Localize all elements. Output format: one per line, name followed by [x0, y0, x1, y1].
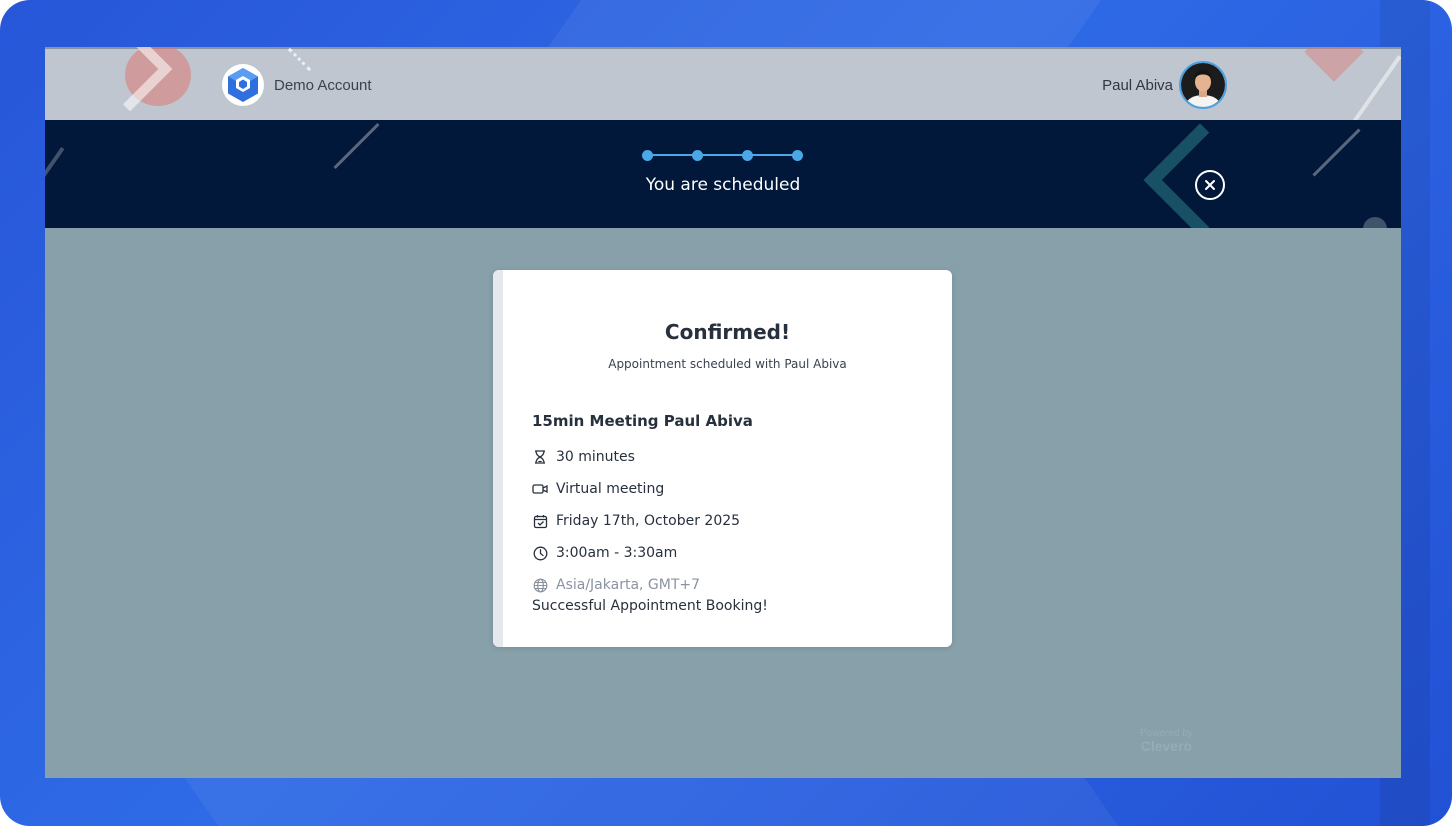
timezone-text: Asia/Jakarta, GMT+7 [556, 577, 701, 593]
status-banner: You are scheduled [45, 120, 1401, 228]
step-dot-4 [792, 150, 803, 161]
detail-time: 3:00am - 3:30am [532, 543, 677, 563]
event-name: 15min Meeting Paul Abiva [532, 412, 753, 430]
progress-stepper [642, 148, 803, 162]
close-icon [1205, 180, 1215, 190]
device-frame: Demo Account Paul Abiva You are schedule… [0, 0, 1452, 826]
user-name: Paul Abiva [1102, 76, 1173, 94]
detail-timezone: Asia/Jakarta, GMT+7 [532, 575, 700, 595]
app-screen: Demo Account Paul Abiva You are schedule… [45, 47, 1401, 778]
step-dot-1 [642, 150, 653, 161]
hourglass-icon [532, 449, 548, 465]
confirmation-card: Confirmed! Appointment scheduled with Pa… [493, 270, 952, 647]
globe-icon [532, 577, 548, 593]
step-dot-3 [742, 150, 753, 161]
calendar-icon [532, 513, 548, 529]
step-dot-2 [692, 150, 703, 161]
confirmation-title: Confirmed! [664, 320, 791, 344]
background-decoration [1312, 128, 1361, 177]
detail-date: Friday 17th, October 2025 [532, 511, 740, 531]
duration-text: 30 minutes [556, 449, 635, 465]
account-brand[interactable]: Demo Account [220, 61, 372, 109]
background-decoration [1304, 47, 1364, 82]
top-navigation-bar: Demo Account Paul Abiva [45, 47, 1401, 123]
location-text: Virtual meeting [556, 481, 665, 497]
date-text: Friday 17th, October 2025 [556, 513, 741, 529]
background-decoration [1352, 55, 1401, 123]
detail-duration: 30 minutes [532, 447, 635, 467]
detail-location: Virtual meeting [532, 479, 664, 499]
cube-logo-icon [220, 62, 266, 108]
powered-by-brand: Clevero [1140, 738, 1193, 754]
video-camera-icon [532, 481, 548, 497]
avatar[interactable] [1179, 61, 1227, 109]
background-decoration [1363, 217, 1387, 228]
powered-by: Powered by Clevero [1140, 728, 1193, 754]
background-decoration [333, 123, 380, 169]
time-text: 3:00am - 3:30am [556, 545, 678, 561]
stepper-track [647, 154, 797, 156]
confirmation-subtitle: Appointment scheduled with Paul Abiva [608, 357, 847, 371]
close-button[interactable] [1195, 170, 1225, 200]
card-accent-bar [493, 270, 503, 647]
success-message: Successful Appointment Booking! [532, 598, 768, 614]
account-name: Demo Account [274, 76, 372, 94]
user-menu[interactable]: Paul Abiva [1102, 61, 1227, 109]
clock-icon [532, 545, 548, 561]
